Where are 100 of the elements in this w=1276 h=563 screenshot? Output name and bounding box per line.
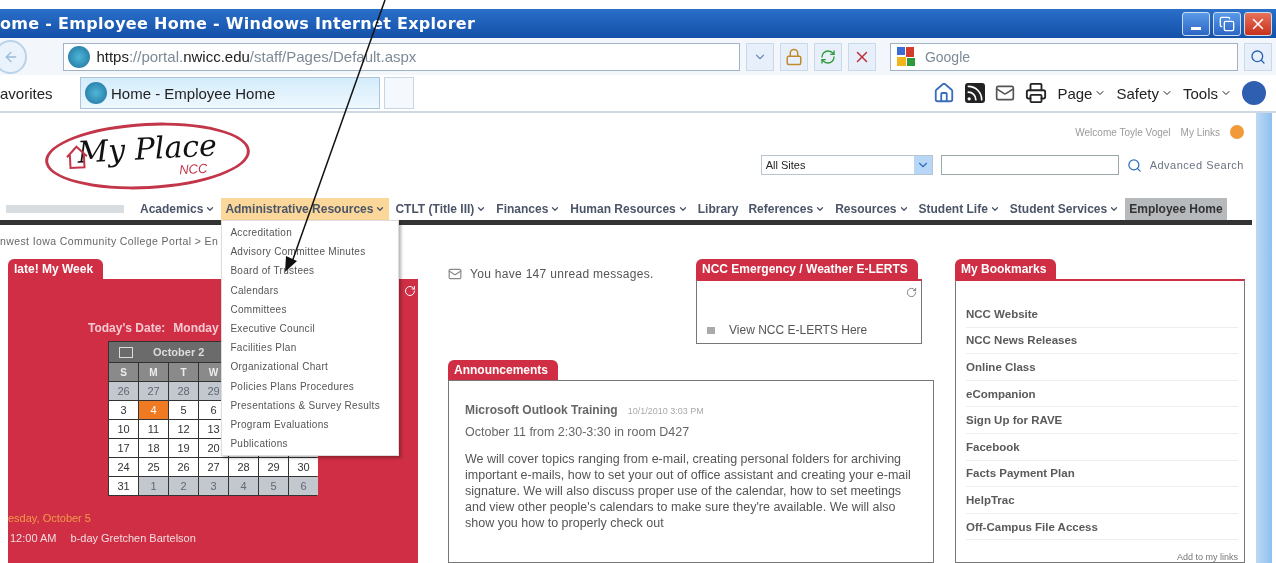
previous-icon[interactable] [119,346,133,358]
menu-item[interactable]: Facilities Plan [222,338,399,358]
calendar-month: October 2 [153,346,205,358]
event-time: 12:00 AM [10,532,57,544]
lock-icon [784,47,803,66]
nav-item[interactable]: Resources [831,198,913,220]
refresh-icon [819,48,836,65]
minimize-icon [1191,27,1201,30]
favorites-label[interactable]: avorites [0,84,80,102]
bullet-icon [707,326,715,334]
calendar-day[interactable]: 31 [109,477,138,495]
caret-icon [898,204,909,214]
announcement-subtitle: October 11 from 2:30-3:30 in room D427 [465,425,691,439]
calendar-day[interactable]: 27 [199,458,228,476]
calendar-day[interactable]: 11 [139,420,168,438]
calendar-day[interactable]: 25 [139,458,168,476]
bookmark-link[interactable]: Facebook [966,433,1238,461]
browser-tab[interactable]: Home - Employee Home [80,77,380,109]
refresh-button[interactable] [813,42,842,71]
calendar-day[interactable]: 18 [139,439,168,457]
calendar-day[interactable]: 2 [169,477,198,495]
bookmark-link[interactable]: Off-Campus File Access [966,513,1238,541]
scope-select[interactable]: All Sites [760,155,933,175]
mail-icon[interactable] [995,83,1016,103]
caret-icon [1109,204,1120,214]
bookmark-link[interactable]: Online Class [966,354,1238,381]
search-input[interactable] [940,155,1119,175]
calendar-day[interactable]: 28 [229,458,258,476]
menu-button[interactable]: Tools [1182,84,1232,102]
restore-button[interactable] [1213,11,1241,36]
scrollbar[interactable] [1256,113,1272,563]
nav-item[interactable]: Student Services [1005,198,1124,220]
today-label: Today's Date: [88,321,166,335]
caret-icon [550,204,561,214]
menu-item[interactable]: Calendars [222,280,399,300]
nav-item[interactable]: Employee Home [1125,198,1227,220]
menu-item[interactable]: Executive Council [222,318,399,339]
bookmark-link[interactable]: NCC News Releases [966,327,1238,355]
nav-item[interactable]: Student Life [914,198,1004,220]
nav-item[interactable]: Human Resources [566,198,692,220]
unread-messages[interactable]: You have 147 unread messages. [470,267,654,281]
minimize-button[interactable] [1182,11,1210,36]
stop-button[interactable] [847,42,876,71]
announcement-date: 10/1/2010 3:03 PM [627,406,704,416]
calendar-day[interactable]: 6 [289,477,318,495]
event-title[interactable]: b-day Gretchen Bartelson [70,532,196,544]
rss-icon[interactable] [965,83,986,103]
bookmark-link[interactable]: HelpTrac [966,487,1238,514]
calendar-day[interactable]: 10 [109,420,138,438]
menu-button[interactable]: Safety [1116,84,1173,102]
menu-button[interactable]: Page [1057,84,1107,102]
advanced-search-link[interactable]: Advanced Search [1149,159,1244,171]
search-field[interactable]: Google [889,42,1238,71]
nav-item[interactable]: Academics [136,198,220,220]
nav-item[interactable]: Library [693,198,743,220]
bookmark-link[interactable]: NCC Website [966,301,1238,328]
calendar-day[interactable]: 26 [109,382,138,400]
announcement-body: We will cover topics ranging from e-mail, creating personal folders for archiving important e-mails, how to set your out of office assistant and creating your e-mail signature. We will also discuss proper use of the calendar, how to set meetings and view other people's calendars to make sure they're available. We will also show you how to properly check out [465,451,912,531]
checkbox-icon [448,267,462,281]
calendar-day[interactable]: 26 [169,458,198,476]
announcement-title[interactable]: Microsoft Outlook Training [465,403,618,417]
calendar-day[interactable]: 17 [109,439,138,457]
caret-icon [913,156,932,174]
refresh-icon[interactable] [906,287,917,298]
home-icon[interactable] [933,82,956,104]
bookmark-link[interactable]: Facts Payment Plan [966,460,1238,488]
calendar-day[interactable]: 28 [169,382,198,400]
caret-icon [205,204,216,214]
calendar-day[interactable]: 24 [109,458,138,476]
calendar-day[interactable]: 3 [109,401,138,419]
caret-icon [989,204,1000,214]
search-icon[interactable] [1126,157,1142,173]
add-link[interactable]: Add to my links [1176,552,1238,562]
print-icon[interactable] [1025,82,1048,104]
nav-item[interactable]: Finances [492,198,565,220]
caret-icon [815,204,826,214]
calendar-day[interactable]: 29 [259,458,288,476]
calendar-day[interactable]: 30 [289,458,318,476]
calendar-day[interactable]: 27 [139,382,168,400]
help-icon[interactable] [1242,81,1266,105]
search-icon [1250,48,1266,65]
caret-icon [476,204,487,214]
day-heading: esday, October 5 [8,512,92,524]
calendar-day[interactable]: 5 [169,401,198,419]
menu-item[interactable]: Committees [222,299,399,319]
globe-icon [85,82,107,104]
globe-icon [68,45,91,68]
menu-item[interactable]: Board of Trustees [222,261,399,281]
calendar-day[interactable]: 19 [169,439,198,457]
search-button[interactable] [1244,42,1272,71]
lock-button[interactable] [779,42,808,71]
calendar-day[interactable]: 5 [259,477,288,495]
alerts-link[interactable]: View NCC E-LERTS Here [707,323,921,337]
calendar-day[interactable]: 3 [199,477,228,495]
calendar-day[interactable]: 12 [169,420,198,438]
bookmark-link[interactable]: Sign Up for RAVE [966,407,1238,434]
bookmark-link[interactable]: eCompanion [966,380,1238,408]
nav-item[interactable]: References [744,198,830,220]
close-button[interactable] [1244,11,1272,36]
today-value: Monday [173,321,219,335]
